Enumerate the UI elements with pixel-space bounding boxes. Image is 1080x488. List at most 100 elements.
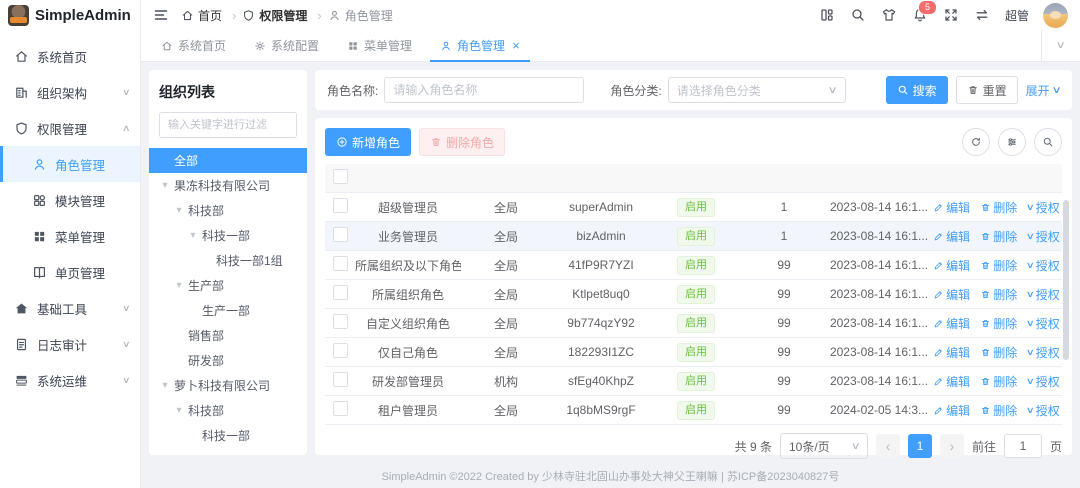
edit-button[interactable]: 编辑 [933,315,970,332]
org-tree-node[interactable]: 销售部 [149,323,307,348]
row-checkbox[interactable] [333,314,348,329]
sidebar-item[interactable]: 系统首页 [0,38,140,74]
prev-page-button[interactable]: ‹ [876,434,900,458]
table-row[interactable]: 研发部管理员 机构 sfEg40KhpZ 启用 99 2023-08-14 16… [325,367,1062,396]
breadcrumb-item[interactable]: 角色管理 [328,7,393,24]
delete-button[interactable]: 删除 [980,228,1017,245]
org-tree-node[interactable]: ▾ 科技部 [149,198,307,223]
user-avatar[interactable] [1043,3,1068,28]
table-row[interactable]: 业务管理员 全局 bizAdmin 启用 1 2023-08-14 16:1..… [325,222,1062,251]
breadcrumb-item[interactable]: 首页 [181,7,242,24]
expand-button[interactable]: 展开 ∨ [1026,82,1060,99]
org-tree-node[interactable]: ▾ 科技一部 [149,223,307,248]
role-name-input[interactable] [384,77,584,103]
sidebar-item[interactable]: 模块管理 [0,182,140,218]
grant-button[interactable]: ∨ 授权 [1027,199,1060,216]
collapse-menu-icon[interactable] [153,7,169,23]
tab[interactable]: 系统首页 × [147,30,240,61]
table-row[interactable]: 租户管理员 全局 1q8bMS9rgF 启用 99 2024-02-05 14:… [325,396,1062,425]
grant-button[interactable]: ∨ 授权 [1027,373,1060,390]
tab[interactable]: 菜单管理 × [333,30,426,61]
reset-button[interactable]: 重置 [956,76,1018,104]
delete-button[interactable]: 删除 [980,199,1017,216]
username[interactable]: 超管 [1005,7,1029,24]
org-tree-node[interactable]: ▾ 生产部 [149,273,307,298]
theme-tshirt-icon[interactable] [881,7,898,24]
table-row[interactable]: 所属组织及以下角色 全局 41fP9R7YZI 启用 99 2023-08-14… [325,251,1062,280]
sidebar-item[interactable]: 组织架构 ∨ [0,74,140,110]
table-scrollbar[interactable] [1063,200,1069,360]
role-category-select[interactable]: 请选择角色分类 ∨ [668,77,846,103]
grant-button[interactable]: ∨ 授权 [1027,402,1060,419]
layout-grid-icon[interactable] [819,7,836,24]
row-checkbox[interactable] [333,285,348,300]
breadcrumb-item[interactable]: 权限管理 [242,7,327,24]
table-row[interactable]: 所属组织角色 全局 Ktlpet8uq0 启用 99 2023-08-14 16… [325,280,1062,309]
delete-button[interactable]: 删除 [980,402,1017,419]
delete-role-button[interactable]: 删除角色 [419,128,505,156]
fullscreen-icon[interactable] [943,7,960,24]
delete-button[interactable]: 删除 [980,315,1017,332]
grant-button[interactable]: ∨ 授权 [1027,257,1060,274]
sidebar-item[interactable]: 基础工具 ∨ [0,290,140,326]
row-checkbox[interactable] [333,401,348,416]
edit-button[interactable]: 编辑 [933,257,970,274]
app-logo [8,5,29,26]
org-tree-node[interactable]: 生产一部 [149,298,307,323]
sidebar-item[interactable]: 系统运维 ∨ [0,362,140,398]
delete-button[interactable]: 删除 [980,286,1017,303]
sidebar-item[interactable]: 单页管理 [0,254,140,290]
org-tree-node[interactable]: ▾ 果冻科技有限公司 [149,173,307,198]
search-button[interactable]: 搜索 [886,76,948,104]
notifications-bell-icon[interactable]: 5 [912,7,929,24]
grant-button[interactable]: ∨ 授权 [1027,228,1060,245]
sidebar-item[interactable]: 菜单管理 [0,218,140,254]
edit-button[interactable]: 编辑 [933,402,970,419]
row-checkbox[interactable] [333,343,348,358]
sidebar-item[interactable]: 角色管理 [0,146,140,182]
org-tree-node[interactable]: 全部 [149,148,307,173]
row-checkbox[interactable] [333,372,348,387]
add-role-button[interactable]: 新增角色 [325,128,411,156]
sidebar-item[interactable]: 权限管理 ∧ [0,110,140,146]
edit-button[interactable]: 编辑 [933,286,970,303]
tab[interactable]: 角色管理 × [426,30,534,61]
page-size-select[interactable]: 10条/页 ∨ [780,433,868,459]
grant-button[interactable]: ∨ 授权 [1027,286,1060,303]
org-tree-node[interactable]: 研发部 [149,348,307,373]
close-icon[interactable]: × [512,39,520,52]
current-page-button[interactable]: 1 [908,434,932,458]
org-tree-node[interactable]: 科技一部1组 [149,248,307,273]
sidebar-item[interactable]: 日志审计 ∨ [0,326,140,362]
org-filter-input[interactable] [159,112,297,138]
grant-button[interactable]: ∨ 授权 [1027,344,1060,361]
delete-button[interactable]: 删除 [980,344,1017,361]
goto-page-input[interactable] [1004,434,1042,458]
edit-button[interactable]: 编辑 [933,344,970,361]
select-all-checkbox[interactable] [333,169,348,184]
org-tree-node[interactable]: 科技一部 [149,423,307,445]
org-tree-node[interactable]: ▾ 萝卜科技有限公司 [149,373,307,398]
edit-button[interactable]: 编辑 [933,373,970,390]
next-page-button[interactable]: › [940,434,964,458]
table-row[interactable]: 自定义组织角色 全局 9b774qzY92 启用 99 2023-08-14 1… [325,309,1062,338]
search-icon[interactable] [850,7,867,24]
grant-button[interactable]: ∨ 授权 [1027,315,1060,332]
sidebar-item-icon [14,49,29,64]
table-search-button[interactable] [1034,128,1062,156]
table-row[interactable]: 超级管理员 全局 superAdmin 启用 1 2023-08-14 16:1… [325,193,1062,222]
switch-tenant-icon[interactable] [974,7,991,24]
table-row[interactable]: 仅自己角色 全局 182293I1ZC 启用 99 2023-08-14 16:… [325,338,1062,367]
edit-button[interactable]: 编辑 [933,228,970,245]
row-checkbox[interactable] [333,198,348,213]
row-checkbox[interactable] [333,256,348,271]
delete-button[interactable]: 删除 [980,373,1017,390]
row-checkbox[interactable] [333,227,348,242]
refresh-button[interactable] [962,128,990,156]
delete-button[interactable]: 删除 [980,257,1017,274]
tab[interactable]: 系统配置 × [240,30,333,61]
edit-button[interactable]: 编辑 [933,199,970,216]
tab-options-button[interactable]: ∨ [1041,30,1080,61]
column-settings-button[interactable] [998,128,1026,156]
org-tree-node[interactable]: ▾ 科技部 [149,398,307,423]
